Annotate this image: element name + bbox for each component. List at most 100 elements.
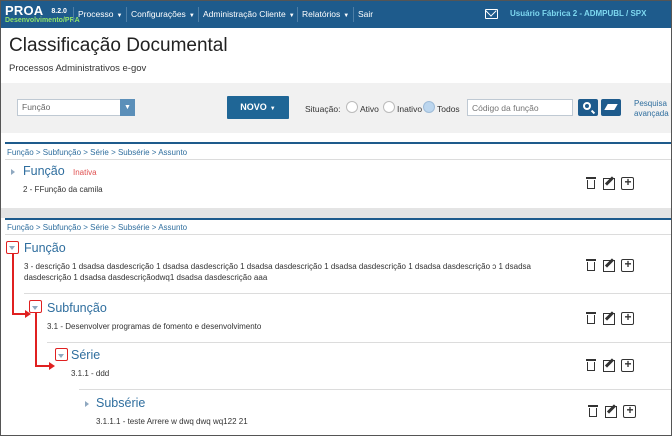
novo-button-label: NOVO [240,102,267,112]
row-actions [585,311,635,325]
chevron-down-icon: ▼ [116,13,123,19]
subserie-title[interactable]: Subsérie [96,396,145,410]
funcao-title[interactable]: Função [24,241,66,255]
nav-configuracoes[interactable]: Configurações ▼ [131,1,195,28]
trash-icon[interactable] [587,404,599,417]
page-title: Classificação Documental [9,35,228,56]
eraser-icon [604,104,618,110]
trash-icon[interactable] [585,258,597,271]
plus-icon[interactable] [621,311,635,325]
plus-icon[interactable] [623,404,637,418]
advanced-search-link[interactable]: Pesquisa avançada [634,99,669,119]
edit-icon[interactable] [603,258,615,272]
row-actions [587,404,637,418]
card-border [5,218,671,220]
user-info[interactable]: Usuário Fábrica 2 - ADMPUBL / SPX [510,9,646,18]
edit-icon[interactable] [603,176,615,190]
row-actions [585,176,635,190]
annotation-arrow [49,362,55,370]
breadcrumb: Função > Subfunção > Série > Subsérie > … [7,223,188,232]
breadcrumb: Função > Subfunção > Série > Subsérie > … [7,148,188,157]
nav-divider [73,7,74,22]
divider [79,389,671,390]
search-icon [583,102,591,110]
annotation-highlight [55,348,68,361]
subserie-description: 3.1.1.1 - teste Arrere w dwq dwq wq122 2… [96,417,248,426]
divider [5,159,671,160]
annotation-highlight [29,300,42,313]
level-select-value: Função [22,102,51,112]
annotation-line [12,254,14,314]
chevron-down-icon: ▼ [343,13,350,19]
radio-todos-label[interactable]: Todos [437,104,460,114]
top-navbar: PROA 8.2.0 Desenvolvimento/PRA Processo ▼ … [1,1,671,28]
nav-divider [353,7,354,22]
codigo-input[interactable] [467,99,573,116]
edit-icon[interactable] [603,358,615,372]
serie-title[interactable]: Série [71,348,100,362]
row-actions [585,358,635,372]
status-badge: Inativa [73,168,97,177]
annotation-highlight [6,241,19,254]
divider [47,342,671,343]
nav-administracao-cliente[interactable]: Administração Cliente ▼ [203,1,295,28]
nav-divider [126,7,127,22]
expand-arrow-icon[interactable] [85,401,89,407]
app-brand[interactable]: PROA 8.2.0 Desenvolvimento/PRA [5,3,80,24]
funcao-description: 2 - FFunção da camila [23,185,103,194]
expand-arrow-icon[interactable] [11,169,15,175]
nav-administracao-label: Administração Cliente [203,9,286,19]
novo-button[interactable]: NOVO ▼ [227,96,289,119]
nav-relatorios-label: Relatórios [302,9,341,19]
annotation-line [35,365,50,367]
edit-icon[interactable] [603,311,615,325]
situacao-label: Situação: [305,104,341,114]
nav-divider [297,7,298,22]
app-version: 8.2.0 [51,8,67,15]
serie-description: 3.1.1 - ddd [71,369,110,378]
funcao-title[interactable]: Função [23,164,65,178]
level-select[interactable]: Função ▼ [17,99,135,116]
mail-icon[interactable] [485,9,498,19]
subfuncao-title[interactable]: Subfunção [47,301,107,315]
page-subtitle: Processos Administrativos e-gov [9,63,147,74]
radio-ativo-label[interactable]: Ativo [360,104,379,114]
section-separator [1,208,671,218]
subfuncao-description: 3.1 - Desenvolver programas de fomento e… [47,322,262,331]
radio-inativo-label[interactable]: Inativo [397,104,422,114]
funcao-description-line1: 3 - descrição 1 dsadsa dasdescrição 1 ds… [24,262,531,271]
nav-processo[interactable]: Processo ▼ [78,1,122,28]
divider [24,293,671,294]
trash-icon[interactable] [585,358,597,371]
nav-relatorios[interactable]: Relatórios ▼ [302,1,349,28]
plus-icon[interactable] [621,258,635,272]
funcao-description-line2: dasdescrição 1 dsadsa dasdescriçãodwq1 d… [24,273,268,282]
nav-sair[interactable]: Sair [358,1,373,28]
nav-divider [198,7,199,22]
trash-icon[interactable] [585,311,597,324]
annotation-line [12,313,26,315]
nav-sair-label: Sair [358,9,374,19]
row-actions [585,258,635,272]
annotation-line [35,313,37,366]
nav-configuracoes-label: Configurações [131,9,186,19]
advanced-search-line1: Pesquisa [634,99,667,108]
card-border [5,142,671,144]
radio-ativo[interactable] [346,101,358,113]
search-button[interactable] [578,99,598,116]
environment-label: Desenvolvimento/PRA [5,17,80,24]
nav-processo-label: Processo [78,9,114,19]
chevron-down-icon: ▼ [188,13,195,19]
trash-icon[interactable] [585,176,597,189]
chevron-down-icon: ▼ [269,106,276,112]
plus-icon[interactable] [621,358,635,372]
advanced-search-line2: avançada [634,109,669,118]
radio-todos[interactable] [423,101,435,113]
edit-icon[interactable] [605,404,617,418]
chevron-down-icon[interactable]: ▼ [120,99,135,116]
clear-button[interactable] [601,99,621,116]
app-name: PROA [5,3,44,18]
radio-inativo[interactable] [383,101,395,113]
plus-icon[interactable] [621,176,635,190]
chevron-down-icon: ▼ [288,13,295,19]
